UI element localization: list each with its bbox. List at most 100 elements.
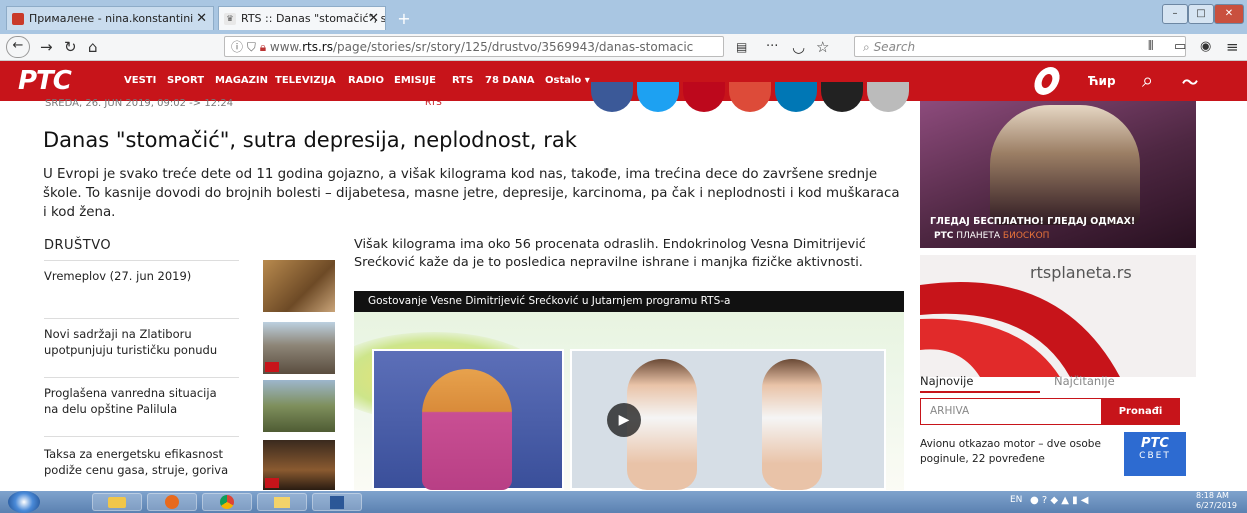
related-link[interactable]: Vremeplov (27. jun 2019) xyxy=(44,268,234,284)
play-icon[interactable]: ▶ xyxy=(607,403,641,437)
divider xyxy=(44,318,239,319)
close-icon[interactable]: ✕ xyxy=(196,7,207,30)
facebook-share-icon[interactable] xyxy=(591,82,633,112)
related-thumbnail[interactable] xyxy=(263,440,335,490)
url-prefix: www. xyxy=(269,40,303,54)
reader-view-icon[interactable]: ▤ xyxy=(736,38,747,56)
forward-arrow-icon[interactable]: → xyxy=(40,38,53,56)
url-domain: rts.rs xyxy=(302,40,333,54)
latest-news-link[interactable]: Avionu otkazao motor – dve osobe poginul… xyxy=(920,437,1110,467)
reload-icon[interactable]: ↻ xyxy=(64,38,77,56)
explorer-taskbar-icon[interactable] xyxy=(92,493,142,511)
shield-icon[interactable]: ⛉ xyxy=(247,40,256,54)
menu-item-78-dana[interactable]: 78 DANA xyxy=(485,75,535,86)
rss-icon[interactable]: 〜 xyxy=(1182,69,1198,93)
email-share-icon[interactable] xyxy=(867,82,909,112)
mail-taskbar-icon[interactable] xyxy=(257,493,307,511)
video-presenter-frame xyxy=(372,349,564,490)
rts-svet-thumbnail[interactable]: РТС СВЕТ xyxy=(1124,432,1186,476)
search-icon[interactable]: ⌕ xyxy=(1142,68,1153,92)
google-plus-share-icon[interactable] xyxy=(729,82,771,112)
new-tab-button[interactable]: + xyxy=(394,10,414,28)
related-thumbnail[interactable] xyxy=(263,380,335,432)
archive-search-button[interactable]: Pronađi xyxy=(1101,398,1180,425)
tab-newest[interactable]: Najnovije xyxy=(920,374,973,388)
print-icon[interactable] xyxy=(821,82,863,112)
library-icon[interactable]: ⫴ xyxy=(1148,38,1153,56)
search-field[interactable]: ⌕ Search xyxy=(854,36,1186,57)
clock[interactable]: 8:18 AM 6/27/2019 xyxy=(1196,491,1237,511)
divider xyxy=(44,436,239,437)
article-headline: Danas "stomačić", sutra depresija, neplo… xyxy=(43,128,577,152)
mail-icon xyxy=(12,13,24,25)
related-link[interactable]: Novi sadržaji na Zlatiboru upotpunjuju t… xyxy=(44,326,234,358)
pinterest-share-icon[interactable] xyxy=(683,82,725,112)
maximize-button[interactable]: □ xyxy=(1188,4,1214,24)
menu-item-radio[interactable]: RADIO xyxy=(348,75,384,86)
section-label[interactable]: DRUŠTVO xyxy=(44,238,111,253)
more-actions-icon[interactable]: ··· xyxy=(766,38,778,56)
search-icon: ⌕ xyxy=(863,40,870,54)
language-indicator[interactable]: EN xyxy=(1010,495,1022,505)
browser-nav-bar: ← → ↻ ⌂ ⓘ ⛉ 🔒︎ www.rts.rs/page/stories/s… xyxy=(0,34,1247,61)
related-link[interactable]: Proglašena vanredna situacija na delu op… xyxy=(44,385,234,417)
menu-item-sport[interactable]: SPORT xyxy=(167,75,204,86)
twitter-share-icon[interactable] xyxy=(637,82,679,112)
rts-logo[interactable]: РТС xyxy=(18,66,72,96)
ad-banner-rtsplaneta[interactable]: rtsplaneta.rs xyxy=(920,255,1196,377)
ad-red-curve-graphic xyxy=(920,281,1120,377)
divider xyxy=(44,377,239,378)
firefox-taskbar-icon[interactable] xyxy=(147,493,197,511)
related-thumbnail[interactable] xyxy=(263,260,335,312)
video-badge-icon xyxy=(265,478,279,488)
article-source: RTS xyxy=(425,98,442,108)
menu-item-ostalo[interactable]: Ostalo ▾ xyxy=(545,75,590,86)
news-tabs: Najnovije Najčitanije xyxy=(920,372,1196,394)
sidebar-icon[interactable]: ▭ xyxy=(1174,38,1186,56)
close-icon[interactable]: ✕ xyxy=(368,7,379,30)
menu-item-magazin[interactable]: MAGAZIN xyxy=(215,75,268,86)
home-icon[interactable]: ⌂ xyxy=(88,38,98,56)
divider xyxy=(44,260,239,261)
archive-search: ARHIVA Pronađi xyxy=(920,398,1180,425)
browser-tab-rts[interactable]: ♛ RTS :: Danas "stomačić", sutra ✕ xyxy=(218,6,386,30)
tray-icons[interactable]: ● ? ◆ ▲ ▮ ◀ xyxy=(1030,495,1089,506)
start-button-icon[interactable] xyxy=(8,491,40,513)
script-toggle[interactable]: Ћир xyxy=(1088,74,1116,88)
tab-most-read[interactable]: Najčitanije xyxy=(1054,374,1115,388)
linkedin-share-icon[interactable] xyxy=(775,82,817,112)
video-player[interactable]: ▶ xyxy=(354,312,904,490)
menu-icon[interactable]: ≡ xyxy=(1226,38,1239,56)
chrome-taskbar-icon[interactable] xyxy=(202,493,252,511)
article-body: Višak kilograma ima oko 56 procenata odr… xyxy=(354,237,866,270)
windows-taskbar: EN ● ? ◆ ▲ ▮ ◀ 8:18 AM 6/27/2019 xyxy=(0,491,1247,513)
ad-banner-planeta[interactable]: ГЛЕДАЈ БЕСПЛАТНО! ГЛЕДАЈ ОДМАХ! РТС ПЛАН… xyxy=(920,101,1196,248)
url-bar[interactable]: ⓘ ⛉ 🔒︎ www.rts.rs/page/stories/sr/story/… xyxy=(224,36,724,57)
presenter-figure xyxy=(422,369,512,490)
menu-item-emisije[interactable]: EMISIJE xyxy=(394,75,436,86)
video-title-bar: Gostovanje Vesne Dimitrijević Srećković … xyxy=(354,291,904,312)
browser-tab-strip: Прималене - nina.konstantini ✕ ♛ RTS :: … xyxy=(0,0,1247,34)
minimize-button[interactable]: – xyxy=(1162,4,1188,24)
ad-portrait xyxy=(990,105,1140,225)
menu-item-vesti[interactable]: VESTI xyxy=(124,75,156,86)
extension-icon[interactable]: ◉ xyxy=(1200,38,1211,56)
menu-item-rts[interactable]: RTS xyxy=(452,75,473,86)
ad-tagline: ГЛЕДАЈ БЕСПЛАТНО! ГЛЕДАЈ ОДМАХ! xyxy=(930,216,1136,227)
related-link[interactable]: Taksa za energetsku efikasnost podiže ce… xyxy=(44,446,234,478)
ad-brand: РТС ПЛАНЕТА БИОСКОП xyxy=(934,231,1050,241)
url-path: /page/stories/sr/story/125/drustvo/35699… xyxy=(332,40,694,54)
window-close-button[interactable]: ✕ xyxy=(1214,4,1244,24)
browser-tab-mail[interactable]: Прималене - nina.konstantini ✕ xyxy=(6,6,214,30)
pocket-icon[interactable]: ◡ xyxy=(792,38,805,56)
info-icon[interactable]: ⓘ xyxy=(231,40,243,54)
rts-svet-sub: СВЕТ xyxy=(1139,451,1171,461)
archive-input[interactable]: ARHIVA xyxy=(930,405,969,417)
related-thumbnail[interactable] xyxy=(263,322,335,374)
back-arrow-icon[interactable]: ← xyxy=(6,36,30,58)
word-taskbar-icon[interactable] xyxy=(312,493,362,511)
rts-favicon-icon: ♛ xyxy=(224,13,236,25)
menu-item-televizija[interactable]: TELEVIZIJA xyxy=(275,75,336,86)
channel-o-icon[interactable] xyxy=(1031,67,1063,95)
bookmark-star-icon[interactable]: ☆ xyxy=(816,38,829,56)
